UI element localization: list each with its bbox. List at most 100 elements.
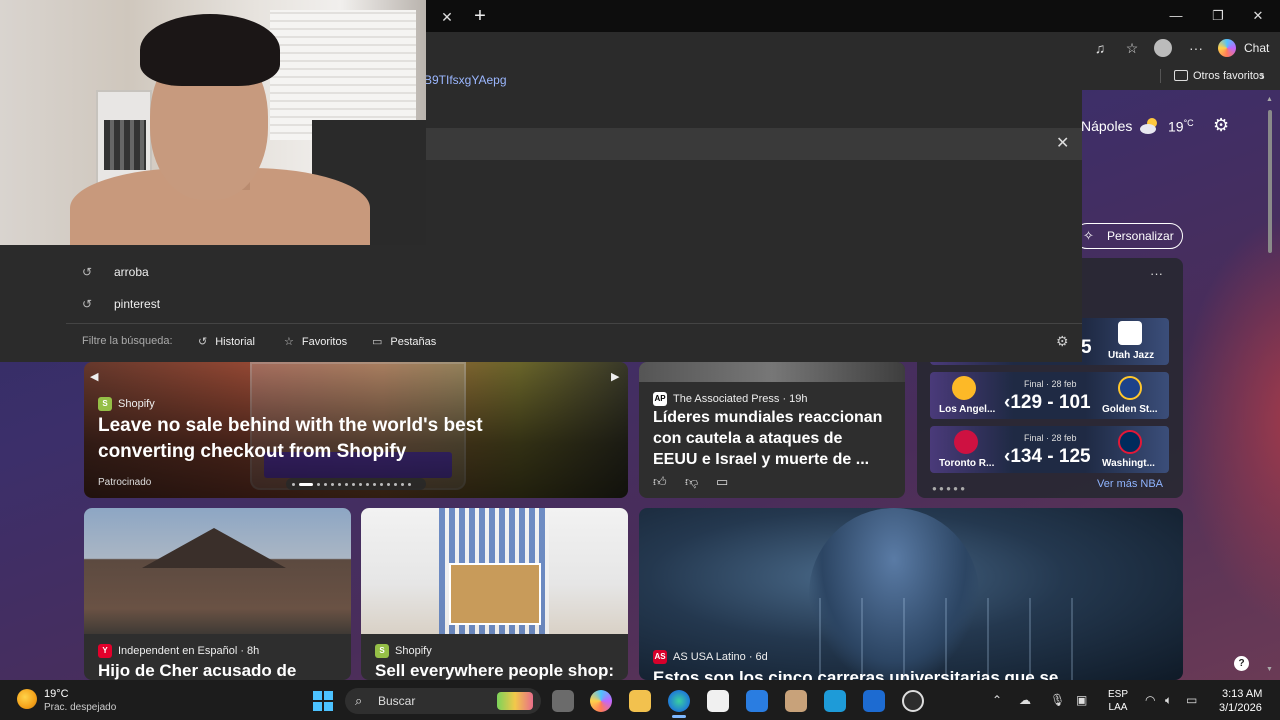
nba-more-icon[interactable]: ··· <box>1150 266 1163 281</box>
chevron-up-icon[interactable]: ⌃ <box>992 693 1002 707</box>
star-icon: ☆ <box>284 336 294 348</box>
clock-time[interactable]: 3:13 AM <box>1222 688 1262 700</box>
as-headline[interactable]: Estos son los cinco carreras universitar… <box>653 668 1173 680</box>
taskbar-condition[interactable]: Prac. despejado <box>44 702 116 713</box>
more-icon[interactable]: ··· <box>1186 38 1206 58</box>
nba-team-right: Washingt... <box>1102 458 1155 469</box>
carousel-dot[interactable] <box>331 483 334 486</box>
pen-app-icon[interactable] <box>746 690 768 712</box>
photos-app-icon[interactable] <box>824 690 846 712</box>
carousel-dot[interactable] <box>373 483 376 486</box>
carousel-prev-icon[interactable]: ◀ <box>90 370 98 383</box>
ap-headline-line-1[interactable]: Líderes mundiales reaccionan <box>653 409 882 427</box>
suggestion-item[interactable]: ↺ pinterest <box>82 297 160 317</box>
help-button[interactable]: ? <box>1234 656 1249 671</box>
shopify-logo-icon: S <box>375 644 389 658</box>
ap-headline-line-2[interactable]: con cautela a ataques de <box>653 430 842 448</box>
profile-avatar-icon[interactable] <box>1154 39 1172 57</box>
minimize-button[interactable]: — <box>1166 6 1186 26</box>
independent-logo-icon: Y <box>98 644 112 658</box>
carousel-dot[interactable] <box>366 483 369 486</box>
close-tab-icon[interactable]: ✕ <box>438 8 456 26</box>
music-note-icon[interactable]: ♫ <box>1090 38 1110 58</box>
carousel-dot[interactable] <box>408 483 411 486</box>
independent-source: Y Independent en Español · 8h <box>98 644 259 658</box>
carousel-dot[interactable] <box>345 483 348 486</box>
as-source-label: AS USA Latino · 6d <box>673 650 768 663</box>
wifi-icon[interactable]: ◠ <box>1145 693 1155 707</box>
carousel-dot[interactable] <box>299 483 313 486</box>
microsoft-store-icon[interactable] <box>707 690 729 712</box>
thumbs-down-icon[interactable]: 👎︎ <box>685 474 698 490</box>
nba-score: ‹134 - 125 <box>1004 446 1091 467</box>
tabs-icon: ▭ <box>372 336 383 348</box>
carousel-dot[interactable] <box>387 483 390 486</box>
weather-widget-icon[interactable] <box>17 689 37 709</box>
hero-source-label: Shopify <box>118 397 155 410</box>
taskbar-search-label[interactable]: Buscar <box>378 694 415 708</box>
task-view-icon[interactable] <box>552 690 574 712</box>
carousel-dot[interactable] <box>352 483 355 486</box>
favorites-star-icon[interactable]: ☆ <box>1122 38 1142 58</box>
clock-date[interactable]: 3/1/2026 <box>1219 702 1262 714</box>
comment-icon[interactable]: ▭ <box>716 474 728 490</box>
nba-pager[interactable]: ● ● ● ● ● <box>932 484 965 493</box>
hero-headline-line-2[interactable]: converting checkout from Shopify <box>98 441 406 463</box>
carousel-pager[interactable] <box>286 478 426 490</box>
lakers-logo-icon <box>952 376 976 400</box>
chat-button[interactable]: Chat <box>1244 41 1269 55</box>
carousel-dot[interactable] <box>380 483 383 486</box>
gear-icon[interactable]: ⚙ <box>1213 115 1233 135</box>
outlook-icon[interactable] <box>863 690 885 712</box>
gear-icon[interactable]: ⚙ <box>1056 333 1069 350</box>
carousel-dot[interactable] <box>324 483 327 486</box>
scroll-up-icon[interactable]: ▲ <box>1266 96 1273 103</box>
copilot-icon[interactable] <box>1218 39 1236 57</box>
thumbs-up-icon[interactable]: 👍︎ <box>653 474 667 490</box>
ap-headline-line-3[interactable]: EEUU e Israel y muerte de ... <box>653 451 869 469</box>
clear-address-icon[interactable]: ✕ <box>1056 136 1069 152</box>
language-indicator[interactable]: ESP LAA <box>1108 688 1128 714</box>
cloud-icon[interactable]: ☁ <box>1019 693 1031 707</box>
filter-favorites-button[interactable]: ☆ Favoritos <box>284 335 347 348</box>
shopify-headline[interactable]: Sell everywhere people shop: <box>375 661 614 681</box>
weather-temp-unit: °C <box>1183 118 1194 128</box>
close-window-button[interactable]: ✕ <box>1248 6 1268 26</box>
carousel-dot[interactable] <box>317 483 320 486</box>
filter-tabs-button[interactable]: ▭ Pestañas <box>372 335 436 348</box>
suggestion-item[interactable]: ↺ arroba <box>82 265 149 285</box>
carousel-dot[interactable] <box>401 483 404 486</box>
weather-temp-value: 19 <box>1168 118 1184 135</box>
hero-headline-line-1[interactable]: Leave no sale behind with the world's be… <box>98 415 483 437</box>
weather-city[interactable]: Nápoles <box>1081 118 1132 134</box>
restore-button[interactable]: ❐ <box>1208 6 1228 26</box>
carousel-dot[interactable] <box>292 483 295 486</box>
carousel-next-icon[interactable]: ▶ <box>611 370 619 383</box>
scroll-down-icon[interactable]: ▼ <box>1266 666 1273 673</box>
taskbar-temperature[interactable]: 19°C <box>44 688 69 700</box>
other-favorites-button[interactable]: Otros favoritos <box>1193 70 1265 82</box>
carousel-dot[interactable] <box>394 483 397 486</box>
copilot-app-icon[interactable] <box>590 690 612 712</box>
battery-icon[interactable]: ▭ <box>1186 693 1197 707</box>
chevron-right-icon[interactable]: › <box>1260 67 1265 83</box>
new-tab-button[interactable]: + <box>469 5 491 27</box>
scroll-thumb[interactable] <box>1268 110 1272 253</box>
address-url[interactable]: B9TIfsxgYAepg <box>424 73 507 87</box>
windows-start-icon[interactable] <box>313 691 333 711</box>
filter-history-button[interactable]: ↺ Historial <box>198 335 255 348</box>
volume-icon[interactable]: 🔈︎ <box>1165 693 1172 708</box>
chatgpt-icon[interactable] <box>902 690 924 712</box>
file-explorer-icon[interactable] <box>629 690 651 712</box>
filter-label: Filtre la búsqueda: <box>82 335 173 347</box>
carousel-dot[interactable] <box>359 483 362 486</box>
cube-app-icon[interactable] <box>785 690 807 712</box>
edge-browser-icon[interactable] <box>668 690 690 712</box>
display-icon[interactable]: ▣ <box>1076 693 1087 707</box>
carousel-dot[interactable] <box>338 483 341 486</box>
microphone-icon[interactable]: 🎙︎ <box>1050 693 1065 707</box>
independent-headline[interactable]: Hijo de Cher acusado de <box>98 661 296 681</box>
suggestion-text: arroba <box>114 265 149 279</box>
nba-team-left: Toronto R... <box>939 458 995 469</box>
see-more-nba-link[interactable]: Ver más NBA <box>1097 478 1163 490</box>
